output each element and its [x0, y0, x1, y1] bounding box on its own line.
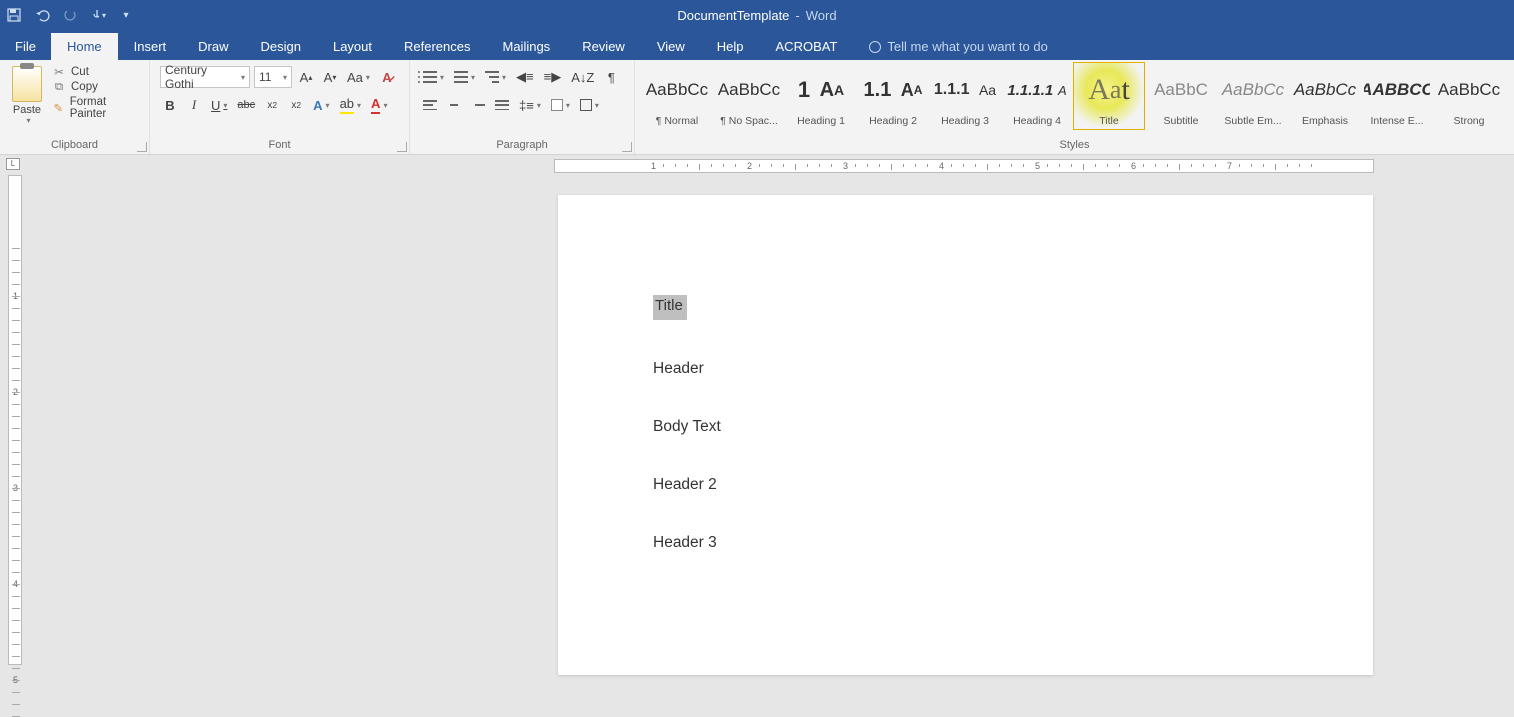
- tab-design[interactable]: Design: [245, 33, 317, 60]
- quick-access-toolbar: ▾ ▾: [6, 7, 134, 23]
- doc-line[interactable]: Header 2: [653, 476, 1373, 494]
- scissors-icon: ✂: [52, 66, 66, 78]
- tab-mailings[interactable]: Mailings: [487, 33, 567, 60]
- align-center-button[interactable]: [444, 94, 464, 116]
- style-subtitle[interactable]: AaBbCSubtitle: [1145, 62, 1217, 130]
- undo-icon[interactable]: [34, 7, 50, 23]
- brush-icon: ✎: [52, 102, 65, 114]
- borders-button[interactable]: ▾: [577, 94, 602, 116]
- subscript-button[interactable]: x2: [262, 94, 282, 116]
- redo-icon[interactable]: [62, 7, 78, 23]
- document-name: DocumentTemplate: [677, 8, 789, 23]
- style-heading-1[interactable]: 1 AAHeading 1: [785, 62, 857, 130]
- paragraph-dialog-launcher[interactable]: [622, 142, 632, 152]
- group-styles: AaBbCc¶ NormalAaBbCc¶ No Spac...1 AAHead…: [635, 60, 1514, 154]
- horizontal-ruler[interactable]: 1234567: [554, 159, 1374, 173]
- lightbulb-icon: [869, 41, 881, 53]
- shading-button[interactable]: ▾: [548, 94, 573, 116]
- ruler-area: L 1234567: [0, 155, 1514, 175]
- page[interactable]: Title Header Body Text Header 2 Header 3: [558, 195, 1373, 675]
- grow-font-button[interactable]: A▴: [296, 66, 316, 88]
- copy-button[interactable]: ⧉Copy: [52, 81, 139, 93]
- tab-references[interactable]: References: [388, 33, 486, 60]
- font-dialog-launcher[interactable]: [397, 142, 407, 152]
- tab-selector[interactable]: L: [6, 158, 20, 170]
- ribbon: Paste ▾ ✂Cut ⧉Copy ✎Format Painter Clipb…: [0, 60, 1514, 155]
- app-name: Word: [806, 8, 837, 23]
- copy-icon: ⧉: [52, 81, 66, 93]
- paste-button[interactable]: Paste ▾: [6, 62, 48, 125]
- change-case-button[interactable]: Aa▾: [344, 66, 373, 88]
- style-subtle-em-[interactable]: AaBbCcSubtle Em...: [1217, 62, 1289, 130]
- group-clipboard: Paste ▾ ✂Cut ⧉Copy ✎Format Painter Clipb…: [0, 60, 150, 154]
- text-effects-button[interactable]: A▾: [310, 94, 332, 116]
- align-left-button[interactable]: [420, 94, 440, 116]
- bold-button[interactable]: B: [160, 94, 180, 116]
- strikethrough-button[interactable]: abc: [234, 94, 258, 116]
- style-strong[interactable]: AaBbCcStrong: [1433, 62, 1505, 130]
- style-heading-4[interactable]: 1.1.1.1 AHeading 4: [1001, 62, 1073, 130]
- style-emphasis[interactable]: AaBbCcEmphasis: [1289, 62, 1361, 130]
- document-area: 12345 Title Header Body Text Header 2 He…: [0, 175, 1514, 675]
- vertical-ruler[interactable]: 12345: [8, 175, 22, 665]
- align-right-button[interactable]: [468, 94, 488, 116]
- paste-icon: [12, 66, 42, 102]
- tab-view[interactable]: View: [641, 33, 701, 60]
- tell-me-search[interactable]: Tell me what you want to do: [853, 33, 1063, 60]
- group-paragraph: ▾ ▾ ▾ ◀≡ ≡▶ A↓Z ¶ ‡≡▾ ▾ ▾: [410, 60, 635, 154]
- styles-gallery: AaBbCc¶ NormalAaBbCc¶ No Spac...1 AAHead…: [641, 62, 1505, 130]
- window-title: DocumentTemplate - Word: [677, 8, 836, 23]
- style-title[interactable]: AatTitle: [1073, 62, 1145, 130]
- style-heading-3[interactable]: 1.1.1 AaHeading 3: [929, 62, 1001, 130]
- touch-mode-icon[interactable]: ▾: [90, 7, 106, 23]
- bullets-button[interactable]: ▾: [420, 66, 447, 88]
- save-icon[interactable]: [6, 7, 22, 23]
- shrink-font-button[interactable]: A▾: [320, 66, 340, 88]
- style--normal[interactable]: AaBbCc¶ Normal: [641, 62, 713, 130]
- cut-button[interactable]: ✂Cut: [52, 66, 139, 78]
- font-name-combo[interactable]: Century Gothi▾: [160, 66, 250, 88]
- sort-button[interactable]: A↓Z: [568, 66, 597, 88]
- clipboard-dialog-launcher[interactable]: [137, 142, 147, 152]
- justify-button[interactable]: [492, 94, 512, 116]
- customize-qat-icon[interactable]: ▾: [118, 7, 134, 23]
- increase-indent-button[interactable]: ≡▶: [541, 66, 565, 88]
- doc-line[interactable]: Header 3: [653, 534, 1373, 552]
- line-spacing-button[interactable]: ‡≡▾: [516, 94, 544, 116]
- tab-help[interactable]: Help: [701, 33, 760, 60]
- highlight-button[interactable]: ab▾: [337, 94, 364, 116]
- show-marks-button[interactable]: ¶: [601, 66, 621, 88]
- tab-acrobat[interactable]: ACROBAT: [760, 33, 854, 60]
- page-content[interactable]: Title Header Body Text Header 2 Header 3: [558, 195, 1373, 552]
- titlebar: ▾ ▾ DocumentTemplate - Word: [0, 0, 1514, 30]
- italic-button[interactable]: I: [184, 94, 204, 116]
- superscript-button[interactable]: x2: [286, 94, 306, 116]
- multilevel-button[interactable]: ▾: [482, 66, 509, 88]
- tab-home[interactable]: Home: [51, 33, 118, 60]
- tab-draw[interactable]: Draw: [182, 33, 244, 60]
- style-intense-e-[interactable]: AABBCCIntense E...: [1361, 62, 1433, 130]
- ribbon-tabs: File Home Insert Draw Design Layout Refe…: [0, 30, 1514, 60]
- numbering-button[interactable]: ▾: [451, 66, 478, 88]
- style-heading-2[interactable]: 1.1 AAHeading 2: [857, 62, 929, 130]
- chevron-down-icon: ▾: [26, 116, 30, 125]
- style--no-spac-[interactable]: AaBbCc¶ No Spac...: [713, 62, 785, 130]
- tab-review[interactable]: Review: [566, 33, 641, 60]
- tab-layout[interactable]: Layout: [317, 33, 388, 60]
- tab-file[interactable]: File: [0, 33, 51, 60]
- doc-line[interactable]: Body Text: [653, 418, 1373, 436]
- font-size-combo[interactable]: 11▾: [254, 66, 292, 88]
- tab-insert[interactable]: Insert: [118, 33, 183, 60]
- group-font: Century Gothi▾ 11▾ A▴ A▾ Aa▾ A̷ B I U▾ a…: [150, 60, 410, 154]
- doc-title-text[interactable]: Title: [653, 295, 687, 320]
- clear-formatting-button[interactable]: A̷: [377, 66, 397, 88]
- decrease-indent-button[interactable]: ◀≡: [513, 66, 537, 88]
- doc-line[interactable]: Header: [653, 360, 1373, 378]
- underline-button[interactable]: U▾: [208, 94, 230, 116]
- format-painter-button[interactable]: ✎Format Painter: [52, 96, 139, 120]
- font-color-button[interactable]: A▾: [368, 94, 390, 116]
